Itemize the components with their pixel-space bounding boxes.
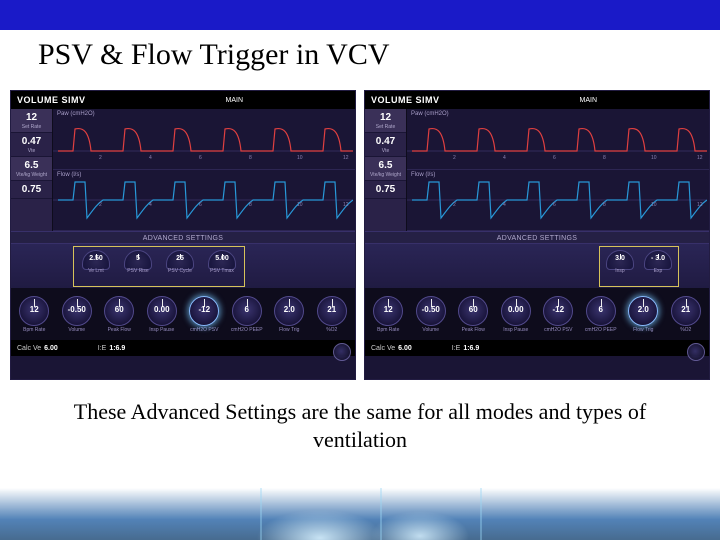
main-dial[interactable]: -12 cmH2O PSV <box>183 296 226 333</box>
main-dial-row: 12 Bpm Rate -0.50 Volume 60 Peak Flow 0.00 Insp… <box>365 288 709 340</box>
dial-label: Flow Trig <box>268 327 311 333</box>
advanced-settings-header: ADVANCED SETTINGS <box>11 231 355 244</box>
dial-label: Insp Pause <box>141 327 184 333</box>
pressure-waveform: Paw (cmH2O) 24681012 <box>53 109 355 170</box>
tab-main[interactable]: MAIN <box>570 96 608 105</box>
main-dial[interactable]: 2.0 Flow Trig <box>622 296 665 333</box>
main-dial[interactable]: -0.50 Volume <box>56 296 99 333</box>
dial-value: 12 <box>367 305 410 314</box>
sidebar-tile[interactable]: 12Set Rate <box>365 109 406 133</box>
adv-dial[interactable]: 25PSV Cycle <box>164 250 196 283</box>
sidebar-tile[interactable]: 12Set Rate <box>11 109 52 133</box>
flow-waveform: Flow (l/s) 24681012 <box>407 170 709 231</box>
dial-label: cmH2O PSV <box>537 327 580 333</box>
main-dial[interactable]: -0.50 Volume <box>410 296 453 333</box>
mode-label: VOLUME SIMV <box>365 95 440 105</box>
main-dial[interactable]: -12 cmH2O PSV <box>537 296 580 333</box>
advanced-settings-region: 2.50Ve Lmt 5PSV Rise 25PSV Cycle 5.00PSV… <box>11 244 355 288</box>
advanced-settings-header: ADVANCED SETTINGS <box>365 231 709 244</box>
dial-value: 0.00 <box>495 305 538 314</box>
dial-value: 2.0 <box>622 305 665 314</box>
footer-row: Calc Ve6.00 I:E1:6.9 <box>11 340 355 356</box>
dial-value: 2.0 <box>268 305 311 314</box>
tab-main[interactable]: MAIN <box>216 96 254 105</box>
dial-label: Peak Flow <box>98 327 141 333</box>
main-dial[interactable]: 21 %O2 <box>311 296 354 333</box>
dial-value: -12 <box>183 305 226 314</box>
slide-caption: These Advanced Settings are the same for… <box>0 380 720 454</box>
sidebar-tile[interactable]: 0.75 <box>11 181 52 199</box>
sidebar: 12Set Rate 0.47Vte 6.5Vte/kg Weight 0.75 <box>365 109 407 231</box>
ventilator-panel-left: VOLUME SIMV MAIN 12Set Rate 0.47Vte 6.5V… <box>10 90 356 380</box>
panel-header: VOLUME SIMV MAIN <box>11 91 355 109</box>
slide-title: PSV & Flow Trigger in VCV <box>0 30 720 72</box>
header-bar <box>0 0 720 30</box>
dial-value: 6 <box>580 305 623 314</box>
dial-label: Volume <box>56 327 99 333</box>
dial-label: cmH2O PEEP <box>580 327 623 333</box>
adv-dial[interactable]: 2.50Ve Lmt <box>80 250 112 283</box>
brand-swirl-icon <box>333 343 351 361</box>
sidebar-tile[interactable]: 0.47Vte <box>11 133 52 157</box>
main-dial[interactable]: 12 Bpm Rate <box>13 296 56 333</box>
advanced-settings-highlight-box: 3.0Insp - 3.0Exp <box>599 246 679 287</box>
main-dial[interactable]: 6 cmH2O PEEP <box>580 296 623 333</box>
dial-label: Insp Pause <box>495 327 538 333</box>
waveform-area: Paw (cmH2O) 24681012 Flow (l/s) 24681012 <box>53 109 355 231</box>
adv-dial[interactable]: - 3.0Exp <box>642 250 674 283</box>
footer-row: Calc Ve6.00 I:E1:6.9 <box>365 340 709 356</box>
main-dial[interactable]: 12 Bpm Rate <box>367 296 410 333</box>
dial-value: 6 <box>226 305 269 314</box>
dial-label: %O2 <box>665 327 708 333</box>
pressure-waveform: Paw (cmH2O) 24681012 <box>407 109 709 170</box>
waveform-area: Paw (cmH2O) 24681012 Flow (l/s) 24681012 <box>407 109 709 231</box>
mode-label: VOLUME SIMV <box>11 95 86 105</box>
main-dial-row: 12 Bpm Rate -0.50 Volume 60 Peak Flow 0.00 Insp… <box>11 288 355 340</box>
ventilator-panel-right: VOLUME SIMV MAIN 12Set Rate 0.47Vte 6.5V… <box>364 90 710 380</box>
panel-row: VOLUME SIMV MAIN 12Set Rate 0.47Vte 6.5V… <box>0 72 720 380</box>
dial-label: Bpm Rate <box>13 327 56 333</box>
dial-value: 12 <box>13 305 56 314</box>
main-dial[interactable]: 0.00 Insp Pause <box>141 296 184 333</box>
main-dial[interactable]: 60 Peak Flow <box>452 296 495 333</box>
adv-dial[interactable]: 5PSV Rise <box>122 250 154 283</box>
dial-label: Volume <box>410 327 453 333</box>
main-dial[interactable]: 21 %O2 <box>665 296 708 333</box>
dial-label: Flow Trig <box>622 327 665 333</box>
sidebar: 12Set Rate 0.47Vte 6.5Vte/kg Weight 0.75 <box>11 109 53 231</box>
advanced-settings-region: 3.0Insp - 3.0Exp <box>365 244 709 288</box>
sidebar-tile[interactable]: 6.5Vte/kg Weight <box>365 157 406 181</box>
adv-dial[interactable]: 3.0Insp <box>604 250 636 283</box>
main-dial[interactable]: 60 Peak Flow <box>98 296 141 333</box>
dial-label: cmH2O PSV <box>183 327 226 333</box>
dial-label: %O2 <box>311 327 354 333</box>
dial-value: 21 <box>311 305 354 314</box>
main-dial[interactable]: 2.0 Flow Trig <box>268 296 311 333</box>
dial-value: -0.50 <box>56 305 99 314</box>
dial-value: -0.50 <box>410 305 453 314</box>
advanced-settings-highlight-box: 2.50Ve Lmt 5PSV Rise 25PSV Cycle 5.00PSV… <box>73 246 245 287</box>
dial-value: 21 <box>665 305 708 314</box>
dial-value: 0.00 <box>141 305 184 314</box>
sidebar-tile[interactable]: 0.47Vte <box>365 133 406 157</box>
brand-swirl-icon <box>687 343 705 361</box>
main-dial[interactable]: 0.00 Insp Pause <box>495 296 538 333</box>
slide-background-art <box>0 488 720 540</box>
main-dial[interactable]: 6 cmH2O PEEP <box>226 296 269 333</box>
dial-value: 60 <box>452 305 495 314</box>
dial-value: -12 <box>537 305 580 314</box>
dial-value: 60 <box>98 305 141 314</box>
dial-label: Bpm Rate <box>367 327 410 333</box>
dial-label: Peak Flow <box>452 327 495 333</box>
sidebar-tile[interactable]: 0.75 <box>365 181 406 199</box>
panel-header: VOLUME SIMV MAIN <box>365 91 709 109</box>
flow-waveform: Flow (l/s) 24681012 <box>53 170 355 231</box>
dial-label: cmH2O PEEP <box>226 327 269 333</box>
adv-dial[interactable]: 5.00PSV Tmax <box>206 250 238 283</box>
sidebar-tile[interactable]: 6.5Vte/kg Weight <box>11 157 52 181</box>
